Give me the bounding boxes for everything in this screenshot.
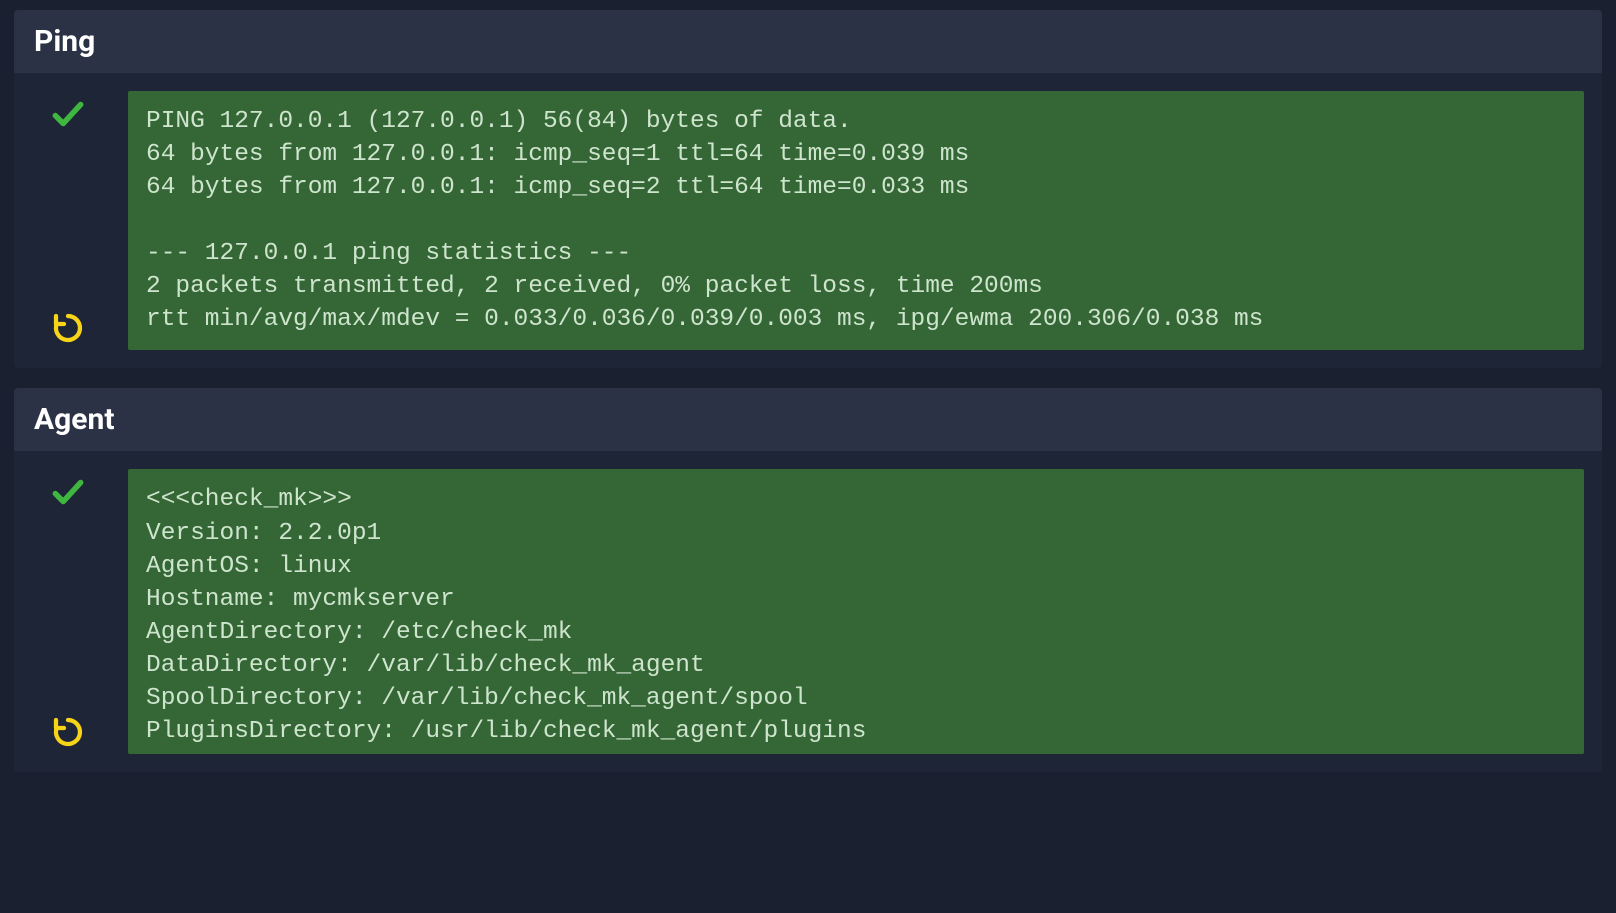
reload-icon[interactable]	[52, 716, 84, 752]
panel-ping: Ping PING 127.0.0.1 (127.0.0.1) 56(84) b…	[14, 10, 1602, 368]
panel-title: Agent	[14, 388, 1602, 451]
status-column	[36, 469, 100, 754]
status-ok-icon	[49, 473, 87, 515]
panel-body: <<<check_mk>>> Version: 2.2.0p1 AgentOS:…	[14, 451, 1602, 772]
panel-title: Ping	[14, 10, 1602, 73]
panel-body: PING 127.0.0.1 (127.0.0.1) 56(84) bytes …	[14, 73, 1602, 368]
panel-agent: Agent <<<check_mk>>> Version: 2.2.0p1 Ag…	[14, 388, 1602, 772]
terminal-output[interactable]: <<<check_mk>>> Version: 2.2.0p1 AgentOS:…	[128, 469, 1584, 754]
reload-icon[interactable]	[52, 312, 84, 348]
status-column	[36, 91, 100, 350]
status-ok-icon	[49, 95, 87, 137]
terminal-output[interactable]: PING 127.0.0.1 (127.0.0.1) 56(84) bytes …	[128, 91, 1584, 350]
